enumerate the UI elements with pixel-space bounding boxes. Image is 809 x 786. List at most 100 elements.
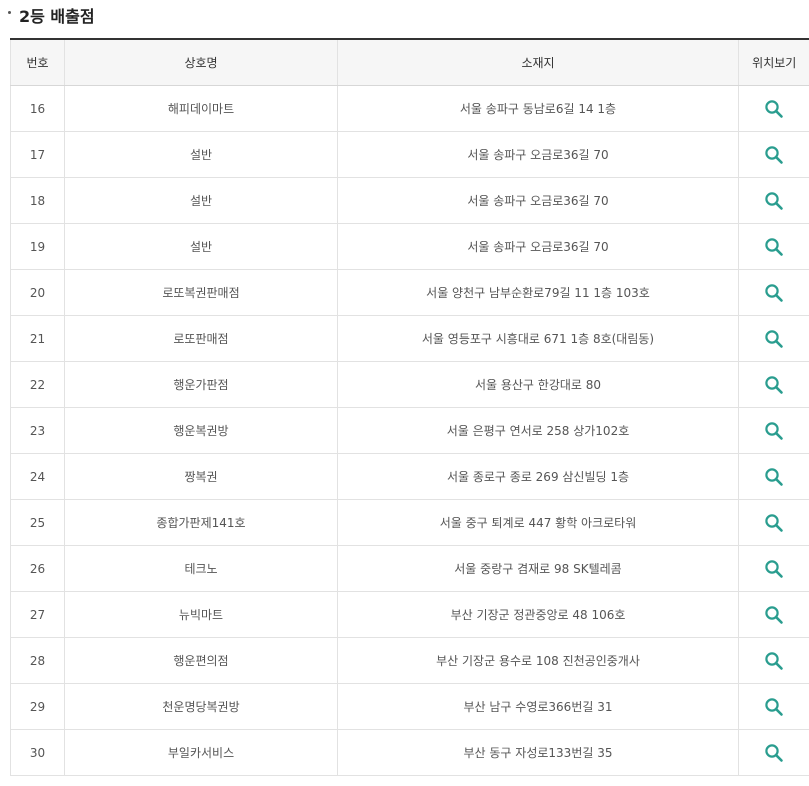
row-address: 서울 용산구 한강대로 80: [337, 361, 739, 408]
view-location-button[interactable]: [761, 510, 787, 536]
row-view-location: [738, 453, 809, 500]
search-icon: [765, 421, 784, 440]
table-body: 16 해피데이마트 서울 송파구 동남로6길 14 1층 17 설반 서울 송파구 오금로…: [10, 85, 809, 776]
row-store-name: 해피데이마트: [64, 85, 338, 132]
view-location-button[interactable]: [761, 648, 787, 674]
table-row: 25 종합가판제141호 서울 중구 퇴계로 447 황학 아크로타워: [10, 499, 809, 546]
view-location-button[interactable]: [761, 740, 787, 766]
table-row: 26 테크노 서울 중랑구 겸재로 98 SK텔레콤: [10, 545, 809, 592]
search-icon: [765, 605, 784, 624]
row-number: 18: [10, 177, 65, 224]
row-number: 24: [10, 453, 65, 500]
view-location-button[interactable]: [761, 556, 787, 582]
row-number: 22: [10, 361, 65, 408]
row-store-name: 부일카서비스: [64, 729, 338, 776]
view-location-button[interactable]: [761, 372, 787, 398]
table-row: 28 행운편의점 부산 기장군 용수로 108 진천공인중개사: [10, 637, 809, 684]
row-store-name: 천운명당복권방: [64, 683, 338, 730]
view-location-button[interactable]: [761, 418, 787, 444]
view-location-button[interactable]: [761, 142, 787, 168]
row-address: 서울 영등포구 시흥대로 671 1층 8호(대림동): [337, 315, 739, 362]
row-view-location: [738, 85, 809, 132]
view-location-button[interactable]: [761, 96, 787, 122]
row-number: 19: [10, 223, 65, 270]
row-number: 16: [10, 85, 65, 132]
row-view-location: [738, 177, 809, 224]
row-address: 서울 중랑구 겸재로 98 SK텔레콤: [337, 545, 739, 592]
search-icon: [765, 99, 784, 118]
table-row: 16 해피데이마트 서울 송파구 동남로6길 14 1층: [10, 85, 809, 132]
table-row: 29 천운명당복권방 부산 남구 수영로366번길 31: [10, 683, 809, 730]
row-address: 서울 송파구 오금로36길 70: [337, 223, 739, 270]
view-location-button[interactable]: [761, 464, 787, 490]
search-icon: [765, 329, 784, 348]
row-store-name: 뉴빅마트: [64, 591, 338, 638]
row-store-name: 행운가판점: [64, 361, 338, 408]
view-location-button[interactable]: [761, 602, 787, 628]
section-title-text: 2등 배출점: [19, 7, 95, 26]
row-address: 서울 은평구 연서로 258 상가102호: [337, 407, 739, 454]
row-number: 20: [10, 269, 65, 316]
row-view-location: [738, 131, 809, 178]
row-address: 서울 송파구 동남로6길 14 1층: [337, 85, 739, 132]
table-row: 20 로또복권판매점 서울 양천구 남부순환로79길 11 1층 103호: [10, 269, 809, 316]
row-store-name: 짱복권: [64, 453, 338, 500]
search-icon: [765, 237, 784, 256]
row-store-name: 설반: [64, 177, 338, 224]
row-number: 17: [10, 131, 65, 178]
view-location-button[interactable]: [761, 326, 787, 352]
row-number: 26: [10, 545, 65, 592]
row-store-name: 행운편의점: [64, 637, 338, 684]
search-icon: [765, 145, 784, 164]
row-store-name: 설반: [64, 223, 338, 270]
view-location-button[interactable]: [761, 280, 787, 306]
row-view-location: [738, 499, 809, 546]
table-row: 21 로또판매점 서울 영등포구 시흥대로 671 1층 8호(대림동): [10, 315, 809, 362]
row-store-name: 테크노: [64, 545, 338, 592]
row-store-name: 로또판매점: [64, 315, 338, 362]
outlets-table: 번호 상호명 소재지 위치보기 16 해피데이마트 서울 송파구 동남로6길 14 …: [10, 38, 809, 776]
row-view-location: [738, 637, 809, 684]
row-address: 부산 남구 수영로366번길 31: [337, 683, 739, 730]
row-store-name: 종합가판제141호: [64, 499, 338, 546]
row-number: 29: [10, 683, 65, 730]
row-address: 서울 종로구 종로 269 삼신빌딩 1층: [337, 453, 739, 500]
search-icon: [765, 697, 784, 716]
row-view-location: [738, 407, 809, 454]
view-location-button[interactable]: [761, 188, 787, 214]
search-icon: [765, 743, 784, 762]
table-header-row: 번호 상호명 소재지 위치보기: [10, 38, 809, 86]
table-row: 23 행운복권방 서울 은평구 연서로 258 상가102호: [10, 407, 809, 454]
view-location-button[interactable]: [761, 234, 787, 260]
row-number: 27: [10, 591, 65, 638]
row-store-name: 설반: [64, 131, 338, 178]
row-view-location: [738, 269, 809, 316]
row-store-name: 행운복권방: [64, 407, 338, 454]
table-row: 17 설반 서울 송파구 오금로36길 70: [10, 131, 809, 178]
search-icon: [765, 375, 784, 394]
row-address: 서울 송파구 오금로36길 70: [337, 177, 739, 224]
column-header-view-location: 위치보기: [738, 38, 809, 86]
section-title: 2등 배출점: [8, 0, 95, 30]
view-location-button[interactable]: [761, 694, 787, 720]
page: 2등 배출점 번호 상호명 소재지 위치보기 16 해피데이마트 서울 송파구 동남…: [0, 0, 809, 786]
table-row: 30 부일카서비스 부산 동구 자성로133번길 35: [10, 729, 809, 776]
row-view-location: [738, 591, 809, 638]
row-store-name: 로또복권판매점: [64, 269, 338, 316]
row-address: 서울 양천구 남부순환로79길 11 1층 103호: [337, 269, 739, 316]
search-icon: [765, 467, 784, 486]
row-view-location: [738, 729, 809, 776]
row-view-location: [738, 545, 809, 592]
row-view-location: [738, 223, 809, 270]
row-address: 부산 동구 자성로133번길 35: [337, 729, 739, 776]
row-number: 25: [10, 499, 65, 546]
table-row: 19 설반 서울 송파구 오금로36길 70: [10, 223, 809, 270]
column-header-number: 번호: [10, 38, 65, 86]
row-number: 30: [10, 729, 65, 776]
search-icon: [765, 651, 784, 670]
table-row: 22 행운가판점 서울 용산구 한강대로 80: [10, 361, 809, 408]
row-address: 서울 송파구 오금로36길 70: [337, 131, 739, 178]
row-number: 23: [10, 407, 65, 454]
table-row: 18 설반 서울 송파구 오금로36길 70: [10, 177, 809, 224]
row-view-location: [738, 315, 809, 362]
